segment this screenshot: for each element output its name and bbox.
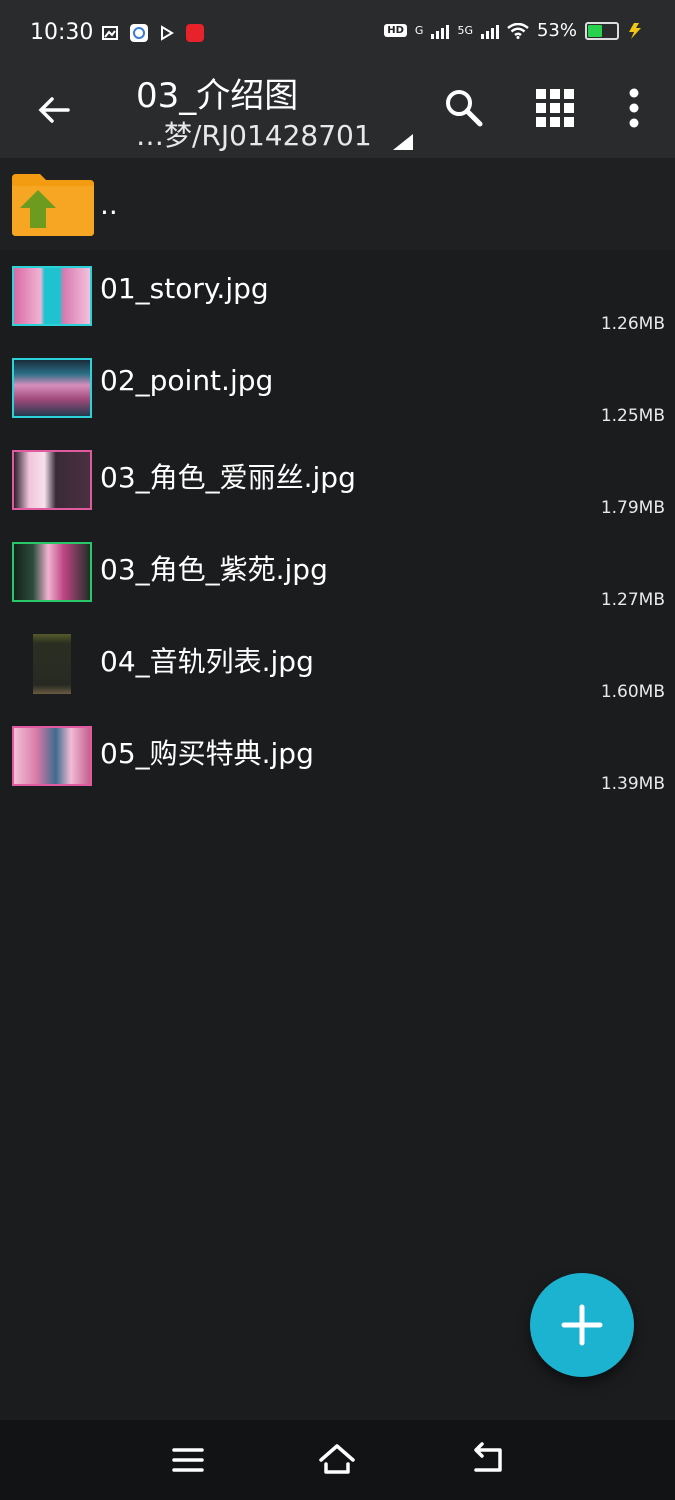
folder-title: 03_介绍图 xyxy=(136,76,299,116)
add-fab-button[interactable] xyxy=(530,1273,634,1377)
signal-icon xyxy=(431,23,450,39)
file-size: 1.25MB xyxy=(600,406,665,426)
path-dropdown-icon[interactable] xyxy=(393,134,413,150)
file-row[interactable]: 03_角色_紫苑.jpg 1.27MB xyxy=(0,526,675,618)
file-size: 1.39MB xyxy=(600,774,665,794)
network-5g-label: 5G xyxy=(457,24,473,37)
file-thumbnail xyxy=(12,450,92,510)
folder-up-icon xyxy=(12,174,94,236)
file-thumbnail xyxy=(12,266,92,326)
file-row[interactable]: 04_音轨列表.jpg 1.60MB xyxy=(0,618,675,710)
back-nav-button[interactable] xyxy=(468,1440,508,1480)
file-thumbnail xyxy=(12,542,92,602)
gallery-notification-icon xyxy=(102,24,120,42)
search-button[interactable] xyxy=(436,80,492,136)
file-size: 1.79MB xyxy=(600,498,665,518)
status-time: 10:30 xyxy=(30,20,94,45)
file-row[interactable]: 05_购买特典.jpg 1.39MB xyxy=(0,710,675,802)
file-row[interactable]: 02_point.jpg 1.25MB xyxy=(0,342,675,434)
status-bar: 10:30 HD G 5G 53% xyxy=(0,0,675,66)
file-size: 1.26MB xyxy=(600,314,665,334)
file-thumbnail xyxy=(12,726,92,786)
file-name: 03_角色_紫苑.jpg xyxy=(100,553,328,586)
file-row[interactable]: 03_角色_爱丽丝.jpg 1.79MB xyxy=(0,434,675,526)
play-store-notification-icon xyxy=(158,24,176,42)
back-icon xyxy=(474,1442,502,1472)
system-nav-bar xyxy=(0,1420,675,1500)
file-name: 05_购买特典.jpg xyxy=(100,737,314,770)
shop-notification-icon xyxy=(186,24,204,42)
grid-view-icon xyxy=(536,89,574,127)
notification-icons xyxy=(102,24,204,42)
file-name: 04_音轨列表.jpg xyxy=(100,645,314,678)
file-size: 1.60MB xyxy=(600,682,665,702)
file-row[interactable]: 01_story.jpg 1.26MB xyxy=(0,250,675,342)
parent-folder-label: .. xyxy=(100,188,118,221)
file-name: 01_story.jpg xyxy=(100,272,269,305)
back-button[interactable] xyxy=(30,86,78,134)
more-vert-icon xyxy=(629,88,639,128)
battery-icon xyxy=(585,21,619,40)
file-name: 02_point.jpg xyxy=(100,364,274,397)
search-icon xyxy=(446,90,483,127)
app-toolbar: 03_介绍图 …梦/RJ01428701 xyxy=(0,66,675,158)
menu-button[interactable] xyxy=(168,1440,208,1480)
back-arrow-icon xyxy=(38,97,70,123)
menu-icon xyxy=(172,1448,204,1472)
charging-icon xyxy=(629,22,641,39)
file-thumbnail xyxy=(33,634,71,694)
home-icon xyxy=(319,1444,355,1474)
status-right: HD G 5G 53% xyxy=(384,20,645,41)
hd-icon: HD xyxy=(384,24,407,37)
grid-view-button[interactable] xyxy=(527,80,583,136)
more-options-button[interactable] xyxy=(606,80,662,136)
file-size: 1.27MB xyxy=(600,590,665,610)
file-thumbnail xyxy=(12,358,92,418)
network-g-label: G xyxy=(414,24,424,37)
signal-5g-icon xyxy=(480,23,499,39)
app-notification-icon xyxy=(130,24,148,42)
file-name: 03_角色_爱丽丝.jpg xyxy=(100,461,356,494)
home-button[interactable] xyxy=(317,1440,357,1480)
plus-icon xyxy=(561,1304,603,1346)
battery-percent: 53% xyxy=(536,20,577,41)
folder-path[interactable]: …梦/RJ01428701 xyxy=(136,114,372,154)
wifi-icon xyxy=(507,22,529,39)
parent-folder-row[interactable]: .. xyxy=(0,158,675,250)
